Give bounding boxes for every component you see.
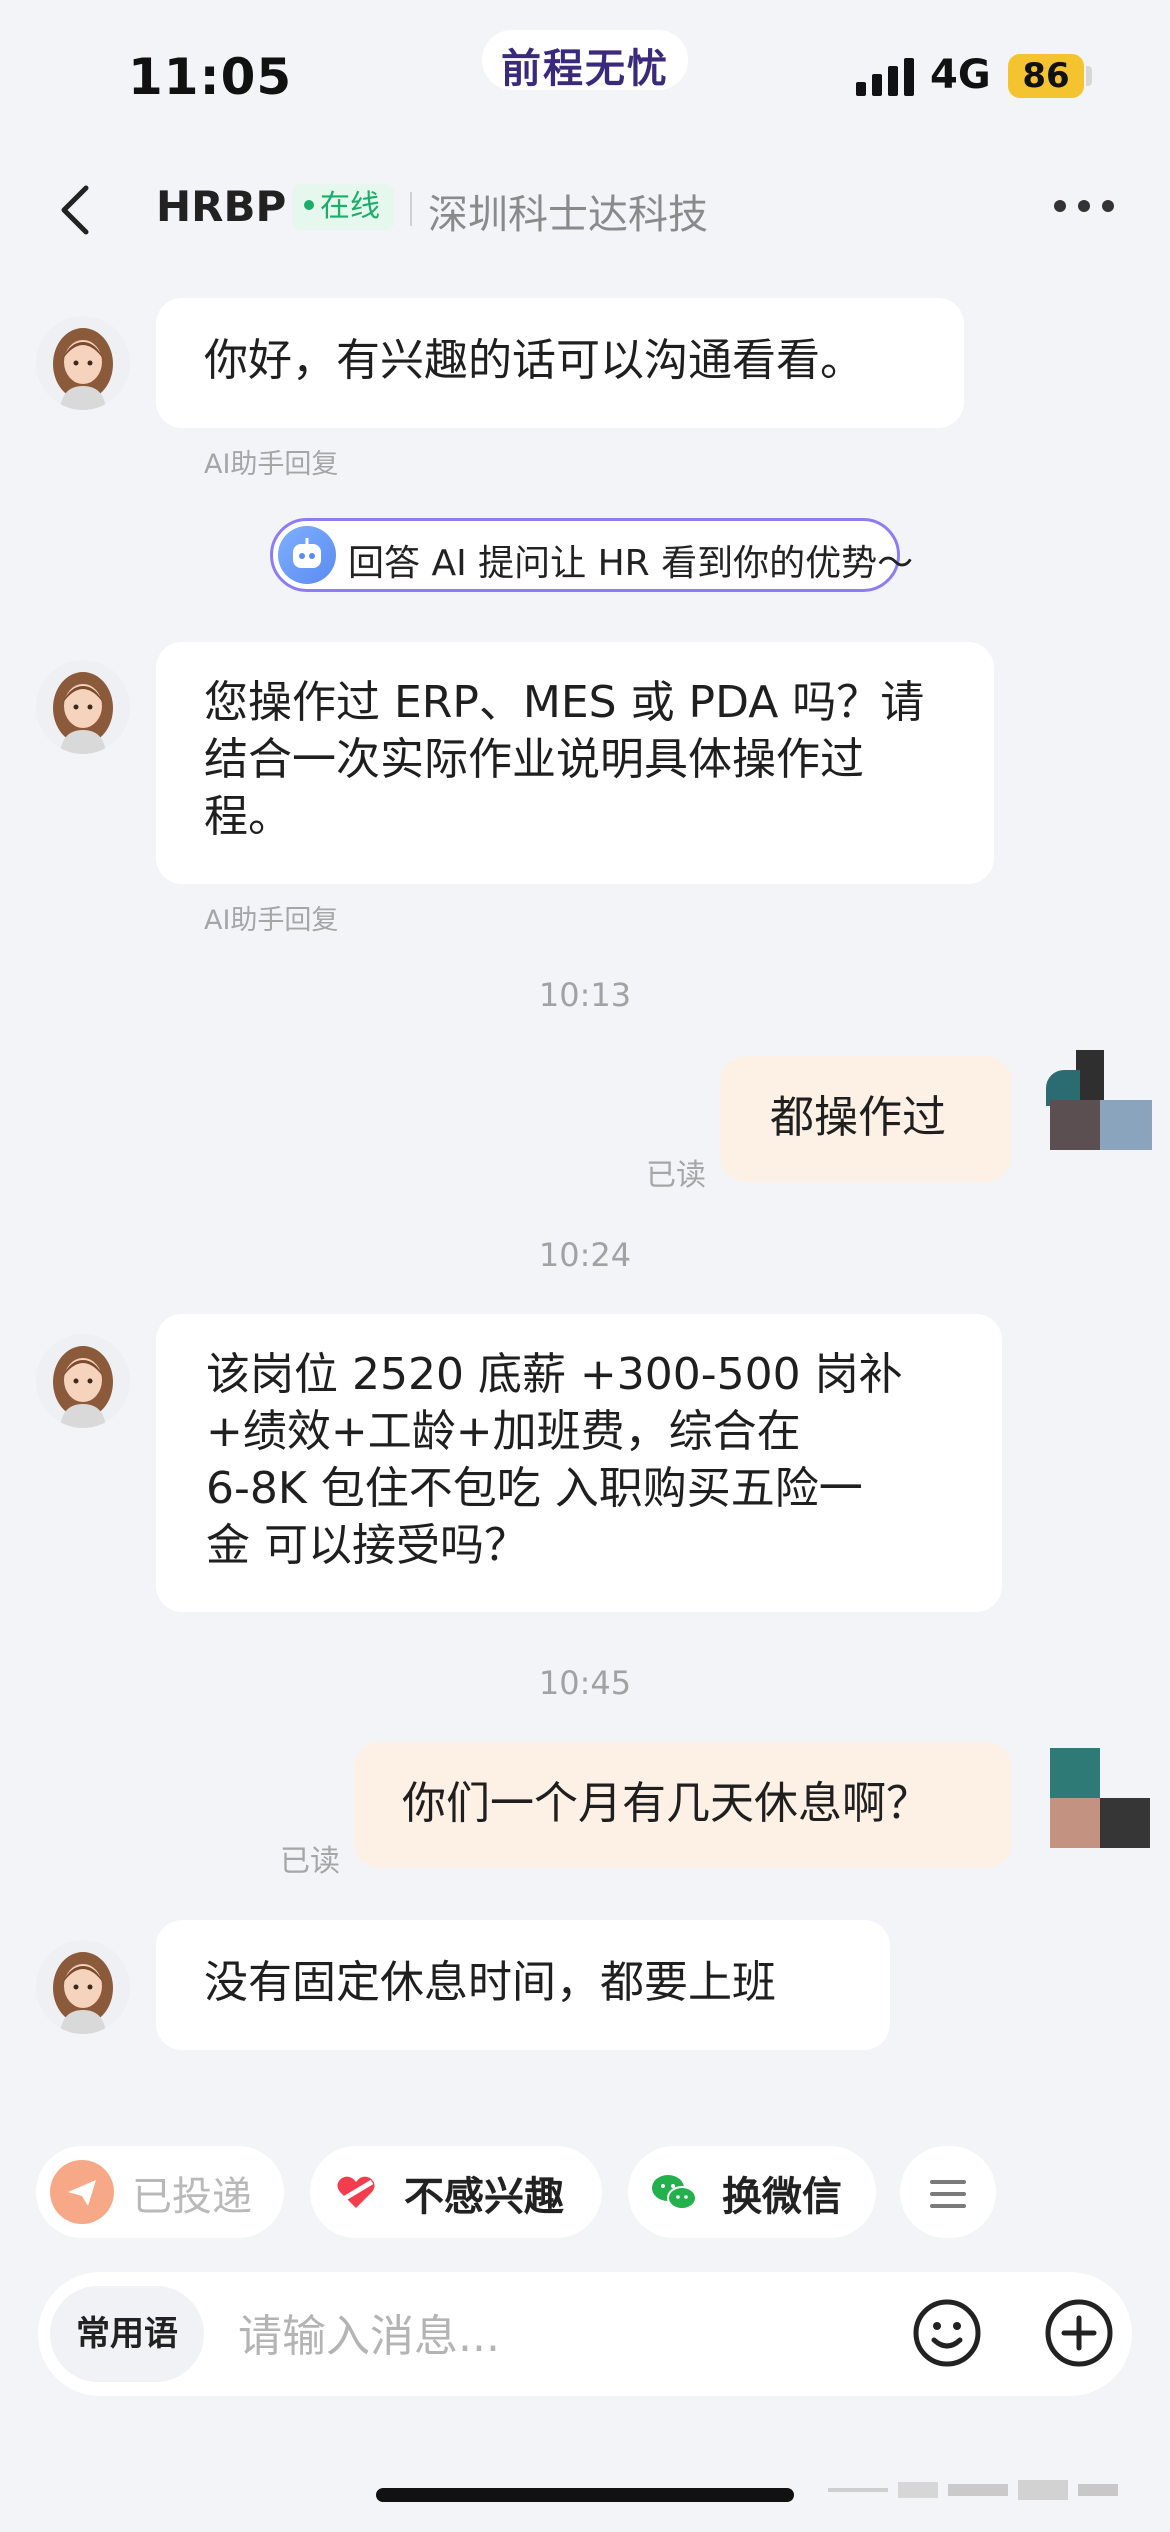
my-avatar[interactable]	[1050, 1748, 1150, 1848]
hr-avatar-image	[36, 1940, 130, 2034]
message-bubble: 该岗位 2520 底薪 +300-500 岗补 +绩效+工龄+加班费，综合在 6…	[156, 1314, 1002, 1612]
my-avatar[interactable]	[1036, 1050, 1152, 1150]
chip-label: 已投递	[132, 2174, 252, 2220]
ai-robot-icon	[278, 526, 336, 584]
chat-timestamp: 10:13	[538, 976, 632, 1014]
nav-separator	[410, 192, 412, 226]
read-receipt: 已读	[646, 1158, 706, 1193]
watermark-icon	[828, 2480, 1118, 2500]
menu-icon[interactable]	[900, 2146, 996, 2238]
hr-avatar-image	[36, 1334, 130, 1428]
ai-reply-note: AI助手回复	[204, 905, 339, 936]
message-bubble: 您操作过 ERP、MES 或 PDA 吗？请 结合一次实际作业说明具体操作过 程…	[156, 642, 994, 884]
signal-icon	[856, 56, 916, 96]
message-line: 结合一次实际作业说明具体操作过	[204, 734, 864, 785]
chip-label: 不感兴趣	[404, 2174, 564, 2220]
common-phrases-button[interactable]: 常用语	[50, 2286, 204, 2382]
status-time: 11:05	[128, 48, 293, 106]
back-arrow-icon[interactable]	[48, 180, 108, 240]
contact-title: HRBP	[156, 182, 287, 231]
message-text: 你好，有兴趣的话可以沟通看看。	[204, 335, 864, 386]
not-interested-button[interactable]: 不感兴趣	[310, 2146, 602, 2238]
more-options-icon[interactable]	[1054, 200, 1114, 214]
hr-avatar-image	[36, 660, 130, 754]
home-indicator[interactable]	[376, 2488, 794, 2502]
my-message-bubble: 你们一个月有几天休息啊？	[354, 1742, 1012, 1868]
my-message-bubble: 都操作过	[720, 1056, 1012, 1182]
send-icon	[50, 2160, 114, 2224]
chip-label: 换微信	[722, 2174, 842, 2220]
online-dot	[304, 199, 314, 210]
message-line: 6-8K 包住不包吃 入职购买五险一	[206, 1463, 863, 1514]
network-type: 4G	[930, 52, 991, 98]
online-label: 在线	[320, 189, 380, 224]
message-text: 你们一个月有几天休息啊？	[402, 1778, 930, 1829]
brand-logo: 前程无忧	[501, 46, 669, 92]
plus-icon[interactable]	[1044, 2298, 1114, 2368]
message-bubble: 没有固定休息时间，都要上班	[156, 1920, 890, 2050]
chat-timestamp: 10:24	[538, 1236, 632, 1274]
hr-avatar[interactable]	[36, 1334, 130, 1428]
company-name: 深圳科士达科技	[428, 192, 708, 238]
message-line: 该岗位 2520 底薪 +300-500 岗补	[206, 1349, 903, 1400]
wechat-icon	[642, 2160, 706, 2224]
ai-reply-note: AI助手回复	[204, 449, 339, 480]
battery-tip	[1086, 66, 1092, 86]
chat-timestamp: 10:45	[538, 1664, 632, 1702]
delivered-button[interactable]: 已投递	[36, 2146, 284, 2238]
battery-icon: 86	[1008, 54, 1084, 98]
exchange-wechat-button[interactable]: 换微信	[628, 2146, 876, 2238]
read-receipt: 已读	[280, 1844, 340, 1879]
message-bubble: 你好，有兴趣的话可以沟通看看。	[156, 298, 964, 428]
hr-avatar-image	[36, 316, 130, 410]
message-input[interactable]	[236, 2300, 880, 2372]
emoji-icon[interactable]	[912, 2298, 982, 2368]
heart-cross-icon	[324, 2160, 388, 2224]
message-line: +绩效+工龄+加班费，综合在	[206, 1406, 801, 1457]
hr-avatar[interactable]	[36, 660, 130, 754]
message-text: 都操作过	[770, 1092, 946, 1143]
message-line: 程。	[204, 791, 292, 842]
online-badge: 在线	[292, 184, 394, 230]
message-line: 金 可以接受吗？	[206, 1520, 528, 1571]
message-text: 没有固定休息时间，都要上班	[204, 1957, 776, 2008]
hr-avatar[interactable]	[36, 316, 130, 410]
hr-avatar[interactable]	[36, 1940, 130, 2034]
ai-prompt-text: 回答 AI 提问让 HR 看到你的优势～	[348, 543, 914, 584]
message-line: 您操作过 ERP、MES 或 PDA 吗？请	[204, 677, 925, 728]
